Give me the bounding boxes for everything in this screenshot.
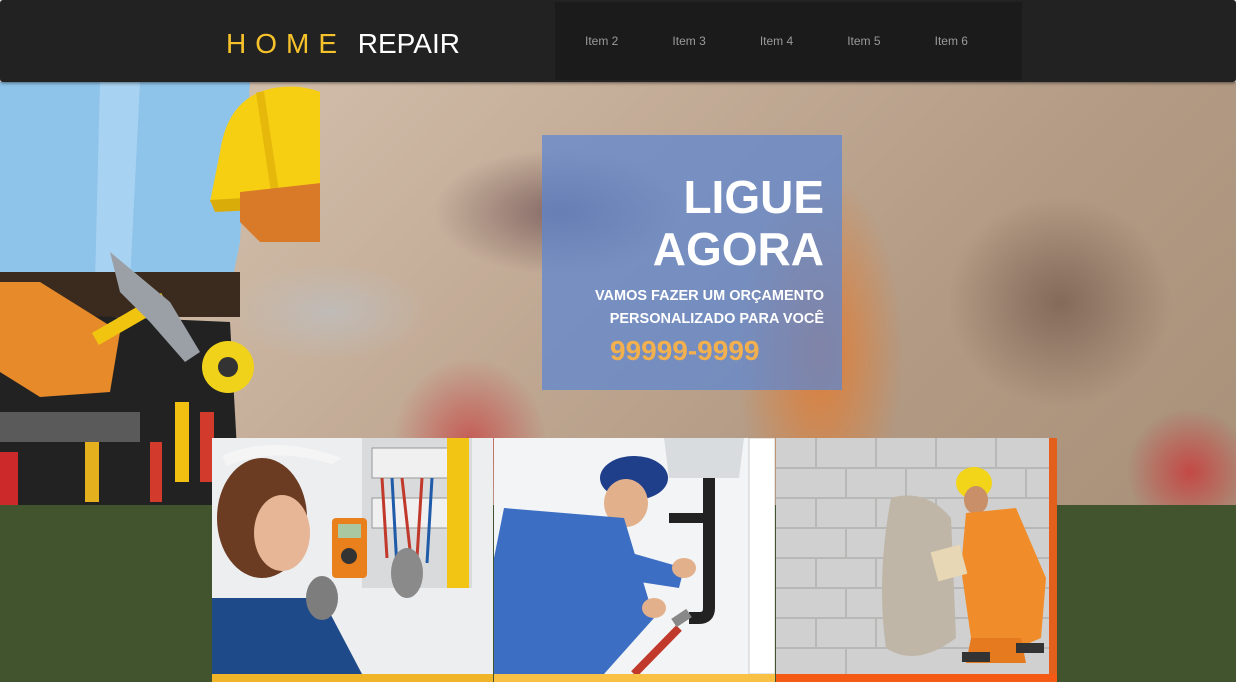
nav-item-4[interactable]: Item 4 xyxy=(760,2,847,80)
nav-item-2[interactable]: Item 2 xyxy=(585,2,672,80)
nav-item-3[interactable]: Item 3 xyxy=(672,2,759,80)
service-card-plumber[interactable] xyxy=(494,438,775,682)
cta-title-line1: LIGUE xyxy=(683,171,824,223)
cta-subtitle-line1: VAMOS FAZER UM ORÇAMENTO xyxy=(594,288,824,304)
site-header: HOME REPAIR Item 2 Item 3 Item 4 Item 5 … xyxy=(0,0,1236,82)
call-now-box: LIGUE AGORA VAMOS FAZER UM ORÇAMENTO PER… xyxy=(542,135,842,390)
plumber-photo xyxy=(494,438,775,674)
electrician-photo xyxy=(212,438,493,674)
site-logo[interactable]: HOME REPAIR xyxy=(226,28,460,60)
main-nav: Item 2 Item 3 Item 4 Item 5 Item 6 xyxy=(555,2,1022,80)
cta-phone-number[interactable]: 99999-9999 xyxy=(542,335,824,367)
mason-photo xyxy=(776,438,1057,674)
card-accent-bar xyxy=(776,674,1057,682)
service-card-mason[interactable] xyxy=(776,438,1057,682)
nav-item-6[interactable]: Item 6 xyxy=(935,2,1022,80)
logo-home-text: HOME xyxy=(226,28,346,59)
card-accent-bar xyxy=(212,674,493,682)
cta-title-line2: AGORA xyxy=(652,223,824,275)
card-accent-bar xyxy=(494,674,775,682)
service-card-electrician[interactable] xyxy=(212,438,493,682)
nav-item-5[interactable]: Item 5 xyxy=(847,2,934,80)
cta-subtitle-line2: PERSONALIZADO PARA VOCÊ xyxy=(609,311,824,327)
logo-repair-text: REPAIR xyxy=(357,28,460,59)
